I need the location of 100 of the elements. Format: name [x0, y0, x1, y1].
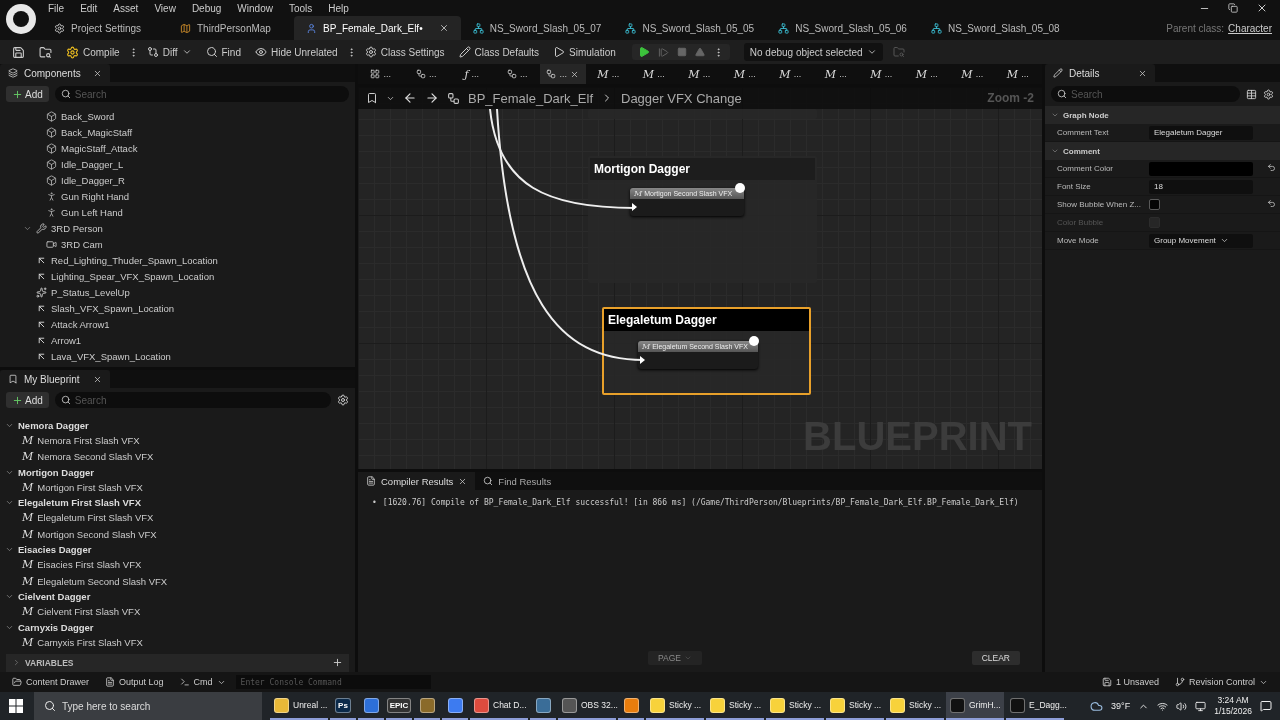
taskbar-app[interactable]: Ps — [330, 692, 356, 720]
category-row[interactable]: Cielvent Dagger — [0, 589, 355, 604]
category-row[interactable]: Mortigon Dagger — [0, 465, 355, 479]
console-input[interactable]: Enter Console Command — [235, 675, 431, 689]
add-button[interactable]: Add — [6, 392, 49, 408]
graph-tab[interactable]: M ... — [722, 64, 768, 84]
macro-item[interactable]: M Mortigon Second Slash VFX — [0, 526, 355, 543]
graph-tab[interactable]: ... — [358, 64, 404, 84]
section-header[interactable]: Graph Node — [1045, 106, 1280, 124]
tree-item[interactable]: Lighting_Spear_VFX_Spawn_Location — [0, 268, 355, 284]
graph-tab[interactable]: M ... — [585, 64, 631, 84]
search-field[interactable]: Type here to search — [34, 692, 262, 720]
document-tab[interactable]: Project Settings — [42, 16, 168, 40]
search-field[interactable]: Search — [1051, 86, 1240, 102]
graph-tab[interactable]: M ... — [995, 64, 1041, 84]
clear-button[interactable]: CLEAR — [971, 651, 1020, 665]
tree-item[interactable]: Gun Left Hand — [0, 204, 355, 220]
tree-item[interactable]: P_Status_LevelUp — [0, 284, 355, 300]
tree-item[interactable]: Back_Sword — [0, 108, 355, 124]
macro-item[interactable]: M Cielvent First Slash VFX — [0, 603, 355, 620]
menu-item[interactable]: Help — [322, 2, 359, 14]
taskbar-app[interactable]: OBS 32... — [558, 692, 616, 720]
section-header[interactable]: VARIABLES — [6, 653, 349, 672]
graph-tab[interactable]: M ... — [858, 64, 904, 84]
graph-tab[interactable]: M ... — [904, 64, 950, 84]
tree-item[interactable]: Attack Arrow1 — [0, 316, 355, 332]
output-log-button[interactable]: Output Log — [99, 677, 170, 687]
tree-item[interactable]: Arrow1 — [0, 332, 355, 348]
taskbar-app[interactable]: E_Dagg... — [1006, 692, 1064, 720]
category-row[interactable]: Elegaletum First Slash VFX — [0, 495, 355, 510]
search-field[interactable]: Search — [54, 392, 331, 408]
taskbar-app[interactable]: EPIC — [386, 692, 412, 720]
toolbar-button[interactable]: Hide Unrelated — [248, 42, 344, 62]
tree-item[interactable]: Idle_Dagger_R — [0, 172, 355, 188]
toolbar-button[interactable]: Class Defaults — [452, 42, 546, 62]
tree-item[interactable]: 3RD Cam — [0, 236, 355, 252]
tree-item[interactable]: Gun Right Hand — [0, 188, 355, 204]
unsaved-button[interactable]: 1 Unsaved — [1095, 677, 1165, 687]
taskbar-app[interactable]: Sticky ... — [706, 692, 764, 720]
toolbar-button[interactable]: Simulation — [547, 42, 622, 62]
graph-tab[interactable]: ƒ ... — [449, 64, 495, 84]
macro-item[interactable]: M Eisacies First Slash VFX — [0, 556, 355, 573]
add-button[interactable]: Add — [6, 86, 49, 102]
tree-item[interactable]: Lava_VFX_Spawn_Location — [0, 348, 355, 364]
graph-tab[interactable]: M ... — [949, 64, 995, 84]
macro-item[interactable]: M Nemora First Slash VFX — [0, 432, 355, 449]
property-field[interactable]: Elegaletum Dagger — [1149, 125, 1253, 140]
macro-item[interactable]: M Nemora Second Slash VFX — [0, 448, 355, 465]
panel-tab[interactable]: Components — [0, 64, 110, 82]
category-row[interactable]: Carnyxis Dagger — [0, 620, 355, 634]
macro-item[interactable]: M Elegaletum Second Slash VFX — [0, 573, 355, 590]
menu-item[interactable]: File — [42, 2, 75, 14]
taskbar-app[interactable]: Sticky ... — [646, 692, 704, 720]
menu-item[interactable]: Debug — [185, 2, 232, 14]
breadcrumb-item[interactable]: BP_Female_Dark_Elf — [468, 90, 593, 106]
graph-tab[interactable]: ... — [540, 64, 586, 84]
parent-class-link[interactable]: Character — [1228, 22, 1272, 34]
toolbar-button[interactable]: Find — [199, 42, 247, 62]
category-row[interactable]: Nemora Dagger — [0, 418, 355, 432]
tree-item[interactable]: MagicStaff_Attack — [0, 140, 355, 156]
tree-item[interactable]: 3RD Person — [0, 220, 355, 236]
menu-item[interactable]: Window — [231, 2, 283, 14]
taskbar-app[interactable]: Unreal ... — [270, 692, 328, 720]
tree-item[interactable]: Idle_Dagger_L — [0, 156, 355, 172]
results-tab[interactable]: Find Results — [475, 472, 572, 490]
revision-control-button[interactable]: Revision Control — [1168, 677, 1274, 687]
breadcrumb-item[interactable]: Dagger VFX Change — [621, 90, 742, 106]
graph-tab[interactable]: ... — [403, 64, 449, 84]
taskbar-app[interactable]: Sticky ... — [766, 692, 824, 720]
document-tab[interactable]: NS_Sword_Slash_05_06 — [766, 16, 919, 40]
graph-tab[interactable]: M ... — [813, 64, 859, 84]
graph-tab[interactable]: M ... — [676, 64, 722, 84]
panel-tab[interactable]: Details — [1045, 64, 1155, 82]
results-tab[interactable]: Compiler Results — [358, 472, 476, 490]
taskbar-app[interactable]: Chat D... — [470, 692, 528, 720]
menu-item[interactable]: Tools — [282, 2, 323, 14]
section-header[interactable]: Comment — [1045, 142, 1280, 160]
toolbar-button[interactable]: Diff — [140, 42, 198, 62]
taskbar-app[interactable]: GrimH... — [946, 692, 1004, 720]
menu-item[interactable]: Edit — [74, 2, 108, 14]
taskbar-clock[interactable]: 3:24 AM 1/15/2026 — [1214, 695, 1252, 717]
tree-item[interactable]: Back_MagicStaff — [0, 124, 355, 140]
graph-tab[interactable]: M ... — [767, 64, 813, 84]
document-tab[interactable]: NS_Sword_Slash_05_05 — [613, 16, 767, 40]
content-drawer-button[interactable]: Content Drawer — [6, 677, 96, 687]
menu-item[interactable]: Asset — [107, 2, 149, 14]
macro-item[interactable]: M Elegaletum First Slash VFX — [0, 509, 355, 526]
taskbar-app[interactable]: Sticky ... — [886, 692, 944, 720]
taskbar-app[interactable]: Sticky ... — [826, 692, 884, 720]
macro-item[interactable]: M Carnyxis First Slash VFX — [0, 634, 355, 651]
panel-tab[interactable]: My Blueprint — [0, 370, 110, 388]
document-tab[interactable]: BP_Female_Dark_Elf• — [294, 16, 461, 40]
graph-tab[interactable]: M ... — [631, 64, 677, 84]
property-field[interactable]: 18 — [1149, 179, 1253, 194]
graph-tab[interactable]: ... — [494, 64, 540, 84]
debug-object-dropdown[interactable]: No debug object selected — [743, 43, 883, 61]
document-tab[interactable]: NS_Sword_Slash_05_07 — [460, 16, 614, 40]
menu-item[interactable]: View — [148, 2, 186, 14]
cmd-dropdown[interactable]: Cmd — [173, 677, 232, 687]
tree-item[interactable]: Slash_VFX_Spawn_Location — [0, 300, 355, 316]
